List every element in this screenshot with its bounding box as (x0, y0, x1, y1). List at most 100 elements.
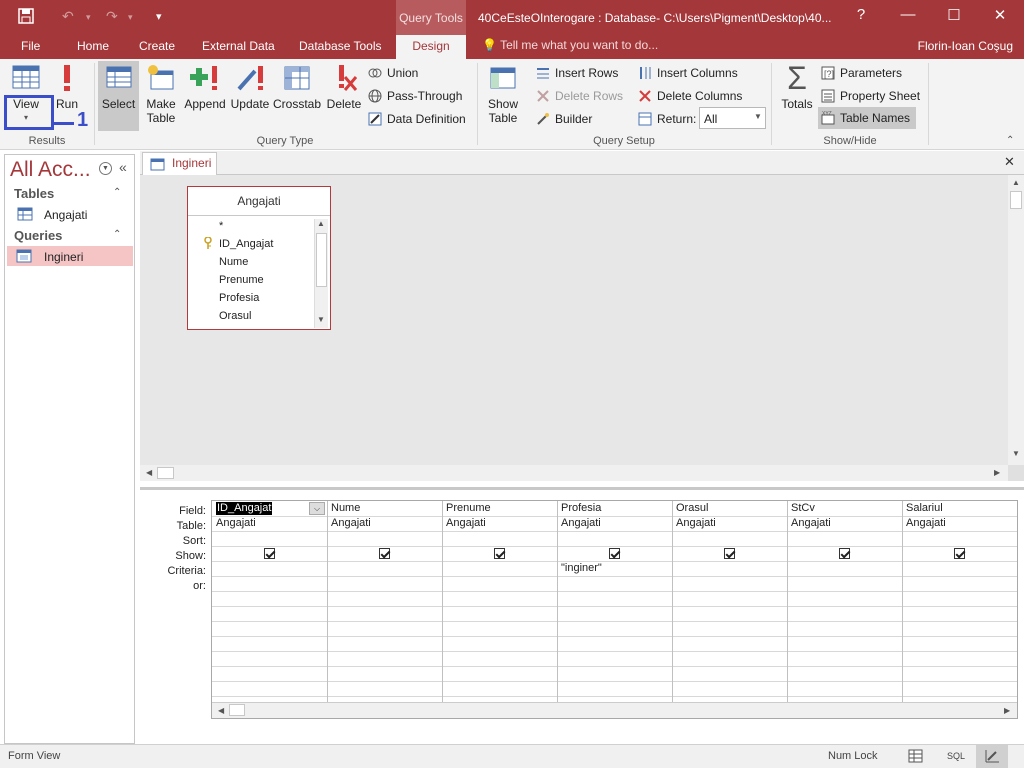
or-cell[interactable] (446, 577, 553, 590)
save-icon[interactable] (18, 8, 34, 27)
tab-create[interactable]: Create (139, 39, 175, 53)
field-item[interactable]: * (219, 220, 223, 232)
pass-through-button[interactable]: Pass-Through (368, 89, 462, 103)
grid-column[interactable]: ID_Angajat ⌵ Angajati (212, 501, 327, 702)
scroll-down-icon[interactable]: ▼ (317, 315, 325, 324)
field-cell[interactable]: Profesia (561, 502, 668, 515)
undo-dropdown-icon[interactable]: ▾ (86, 12, 91, 23)
grid-column[interactable]: Nume Angajati (327, 501, 442, 702)
tab-design[interactable]: Design (396, 35, 466, 59)
tables-header[interactable]: Tables (14, 186, 54, 201)
field-item[interactable]: Prenume (219, 274, 264, 286)
grid-column[interactable]: StCv Angajati (787, 501, 902, 702)
table-cell[interactable]: Angajati (906, 517, 1013, 529)
show-checkbox[interactable] (263, 548, 275, 559)
field-dropdown-icon[interactable]: ⌵ (309, 502, 325, 515)
delete-query-button[interactable]: Delete (325, 63, 363, 111)
tab-external-data[interactable]: External Data (202, 39, 275, 53)
field-cell[interactable]: ID_Angajat (216, 502, 273, 515)
maximize-button[interactable]: ☐ (939, 6, 969, 24)
sort-cell[interactable] (676, 532, 783, 545)
field-item[interactable]: ID_Angajat (219, 238, 273, 250)
totals-button[interactable]: Σ Totals (778, 62, 816, 111)
sort-cell[interactable] (906, 532, 1013, 545)
scroll-thumb[interactable] (316, 233, 327, 287)
field-item[interactable]: Orasul (219, 310, 251, 322)
delete-columns-button[interactable]: Delete Columns (638, 89, 742, 103)
field-cell[interactable]: StCv (791, 502, 898, 515)
return-select[interactable]: All ▼ (699, 107, 766, 129)
design-grid[interactable]: ID_Angajat ⌵ Angajati Nume Angajati Prenume An… (211, 500, 1018, 719)
queries-header[interactable]: Queries (14, 228, 62, 243)
sort-cell[interactable] (216, 532, 323, 545)
data-definition-button[interactable]: Data Definition (368, 112, 466, 126)
scroll-thumb[interactable] (229, 704, 245, 716)
delete-rows-button[interactable]: Delete Rows (536, 89, 623, 103)
show-checkbox[interactable] (493, 548, 505, 559)
undo-icon[interactable]: ↶ (62, 8, 74, 25)
table-cell[interactable]: Angajati (331, 517, 438, 529)
insert-rows-button[interactable]: Insert Rows (536, 66, 618, 80)
sql-view-button[interactable]: SQL (947, 751, 965, 761)
show-table-button[interactable]: Show Table (484, 63, 522, 125)
append-button[interactable]: Append (184, 63, 226, 111)
field-cell[interactable]: Nume (331, 502, 438, 515)
scroll-right-icon[interactable]: ▶ (994, 468, 1000, 477)
sort-cell[interactable] (331, 532, 438, 545)
or-cell[interactable] (791, 577, 898, 590)
parameters-button[interactable]: [?] Parameters (821, 66, 902, 80)
show-checkbox[interactable] (723, 548, 735, 559)
field-cell[interactable]: Orasul (676, 502, 783, 515)
design-view-button[interactable] (976, 745, 1008, 768)
grid-column[interactable]: Salariul Angajati (902, 501, 1017, 702)
grid-column[interactable]: Prenume Angajati (442, 501, 557, 702)
redo-dropdown-icon[interactable]: ▾ (128, 12, 133, 23)
scroll-up-icon[interactable]: ▲ (317, 219, 325, 228)
close-document-icon[interactable]: ✕ (1004, 154, 1015, 170)
help-button[interactable]: ? (846, 6, 876, 23)
table-names-button[interactable]: XYZ Table Names (818, 107, 917, 129)
select-button[interactable]: Select (100, 63, 137, 111)
update-button[interactable]: Update (230, 63, 270, 111)
make-table-button[interactable]: Make Table (143, 63, 179, 125)
redo-icon[interactable]: ↷ (106, 8, 118, 25)
scroll-right-icon[interactable]: ▶ (1004, 706, 1010, 715)
field-item[interactable]: Profesia (219, 292, 259, 304)
table-field-list[interactable]: Angajati * ID_Angajat Nume Prenume Profe… (187, 186, 331, 330)
nav-item-ingineri[interactable]: Ingineri (7, 246, 133, 266)
show-checkbox[interactable] (608, 548, 620, 559)
table-cell[interactable]: Angajati (676, 517, 783, 529)
scroll-left-icon[interactable]: ◀ (218, 706, 224, 715)
or-cell[interactable] (216, 577, 323, 590)
show-checkbox[interactable] (378, 548, 390, 559)
insert-columns-button[interactable]: Insert Columns (638, 66, 738, 80)
field-item[interactable]: Nume (219, 256, 248, 268)
datasheet-view-icon[interactable] (908, 749, 923, 766)
collapse-tables-icon[interactable]: ⌃ (113, 187, 121, 198)
customize-toolbar-icon[interactable]: ▾ (156, 10, 162, 23)
crosstab-button[interactable]: Crosstab (273, 63, 321, 111)
table-cell[interactable]: Angajati (446, 517, 553, 529)
scroll-thumb[interactable] (157, 467, 174, 479)
collapse-ribbon-icon[interactable]: ⌃ (1006, 135, 1014, 146)
grid-column[interactable]: Profesia Angajati "inginer" (557, 501, 672, 702)
or-cell[interactable] (676, 577, 783, 590)
field-cell[interactable]: Prenume (446, 502, 553, 515)
sort-cell[interactable] (446, 532, 553, 545)
upper-vertical-scrollbar[interactable]: ▲ ▼ (1008, 175, 1024, 465)
sort-cell[interactable] (791, 532, 898, 545)
or-cell[interactable] (331, 577, 438, 590)
run-button[interactable]: Run (52, 63, 82, 111)
tab-file[interactable]: File (21, 39, 40, 53)
user-name[interactable]: Florin-Ioan Coşug (918, 39, 1013, 53)
shutter-bar-icon[interactable]: « (119, 159, 127, 175)
table-cell[interactable]: Angajati (561, 517, 668, 529)
nav-pane-title[interactable]: All Acc... (10, 158, 91, 182)
close-button[interactable]: ✕ (985, 6, 1015, 24)
property-sheet-button[interactable]: Property Sheet (821, 89, 920, 103)
nav-item-angajati[interactable]: Angajati (17, 207, 132, 225)
scroll-left-icon[interactable]: ◀ (146, 468, 152, 477)
builder-button[interactable]: Builder (536, 112, 592, 126)
field-list-title[interactable]: Angajati (188, 187, 330, 216)
show-checkbox[interactable] (953, 548, 965, 559)
